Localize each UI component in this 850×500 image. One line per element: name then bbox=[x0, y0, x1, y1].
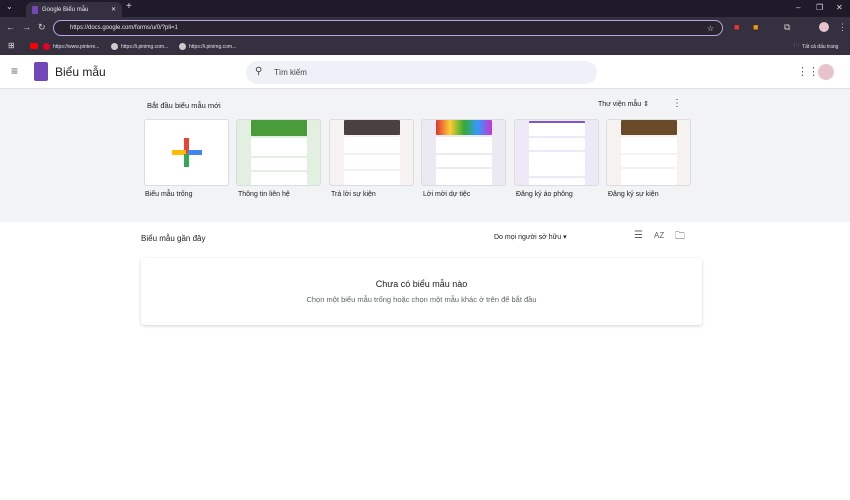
youtube-bookmark[interactable] bbox=[30, 43, 38, 49]
template-card-blank[interactable] bbox=[144, 119, 229, 186]
address-bar[interactable]: https://docs.google.com/forms/u/0/?pli=1… bbox=[53, 20, 723, 36]
template-label[interactable]: Lời mời dự tiệc bbox=[423, 191, 470, 198]
search-icon: ⚲ bbox=[255, 66, 263, 77]
template-label[interactable]: Đăng ký áo phông bbox=[516, 191, 573, 198]
close-window-icon[interactable]: ✕ bbox=[836, 3, 843, 12]
list-view-icon[interactable]: ☰ bbox=[634, 230, 643, 241]
plus-icon-part bbox=[184, 154, 189, 167]
main-menu-icon[interactable]: ≡ bbox=[11, 64, 18, 78]
app-title: Biểu mẫu bbox=[55, 65, 106, 79]
browser-tab[interactable]: Google Biểu mẫu ✕ bbox=[26, 2, 122, 17]
globe-icon bbox=[111, 43, 118, 50]
forms-favicon-icon bbox=[32, 5, 38, 14]
template-label[interactable]: Thông tin liên hệ bbox=[238, 191, 290, 198]
template-label[interactable]: Đăng ký sự kiện bbox=[608, 191, 659, 198]
template-banner bbox=[344, 120, 400, 135]
all-bookmarks[interactable]: 🗀 Tất cả dấu trang bbox=[794, 43, 838, 51]
pinterest-icon bbox=[43, 43, 50, 50]
template-banner bbox=[436, 120, 492, 135]
bookmark-label: https://i.pinimg.com... bbox=[121, 43, 169, 50]
forward-icon[interactable]: → bbox=[22, 22, 31, 32]
template-gallery-label: Thư viện mẫu bbox=[598, 101, 642, 108]
template-card[interactable] bbox=[421, 119, 506, 186]
template-label[interactable]: Biểu mẫu trống bbox=[145, 191, 192, 198]
template-heading: Bắt đầu biểu mẫu mới bbox=[147, 101, 221, 110]
youtube-icon bbox=[30, 43, 38, 49]
owner-filter-label: Do mọi người sở hữu bbox=[494, 234, 562, 241]
template-card[interactable] bbox=[514, 119, 599, 186]
plus-icon-part bbox=[188, 150, 202, 155]
menu-icon[interactable]: ⋮ bbox=[838, 22, 847, 33]
empty-subtitle: Chọn một biểu mẫu trống hoặc chọn một mẫ… bbox=[306, 295, 537, 304]
bookmark-label: https://i.pinimg.com... bbox=[189, 43, 237, 50]
more-options-icon[interactable]: ⋮ bbox=[672, 98, 682, 109]
recent-heading: Biểu mẫu gần đây bbox=[141, 234, 206, 243]
bookmark[interactable]: https://i.pinimg.com... bbox=[179, 43, 236, 50]
empty-title: Chưa có biểu mẫu nào bbox=[375, 279, 468, 289]
minimize-icon[interactable]: – bbox=[796, 3, 800, 12]
profile-avatar[interactable] bbox=[819, 22, 829, 32]
new-tab-icon[interactable]: + bbox=[126, 1, 132, 12]
tab-title: Google Biểu mẫu bbox=[42, 6, 89, 13]
empty-state: Chưa có biểu mẫu nào Chọn một biểu mẫu t… bbox=[141, 258, 702, 325]
unfold-icon: ⇕ bbox=[643, 101, 650, 108]
folder-icon: 🗀 bbox=[794, 43, 800, 49]
back-icon[interactable]: ← bbox=[6, 22, 15, 32]
extension-icon[interactable]: ■ bbox=[734, 22, 739, 32]
globe-icon bbox=[179, 43, 186, 50]
tab-search-icon[interactable]: ⌄ bbox=[6, 2, 13, 11]
template-gallery-button[interactable]: Thư viện mẫu ⇕ bbox=[598, 100, 649, 108]
template-card[interactable] bbox=[606, 119, 691, 186]
bookmark[interactable]: https://i.pinimg.com... bbox=[111, 43, 168, 50]
owner-filter-dropdown[interactable]: Do mọi người sở hữu ▾ bbox=[494, 233, 567, 241]
template-card[interactable] bbox=[236, 119, 321, 186]
template-card[interactable] bbox=[329, 119, 414, 186]
account-avatar[interactable] bbox=[818, 64, 834, 80]
bookmark-label: https://www.pintere... bbox=[53, 43, 100, 50]
sort-az-icon[interactable]: AZ bbox=[654, 231, 664, 240]
tab-strip: ⌄ Google Biểu mẫu ✕ + – ❐ ✕ bbox=[0, 0, 850, 17]
folder-picker-icon[interactable]: 🗀 bbox=[675, 229, 685, 246]
url-text: https://docs.google.com/forms/u/0/?pli=1 bbox=[70, 25, 178, 31]
apps-icon[interactable]: ⊞ bbox=[8, 41, 15, 50]
search-placeholder: Tìm kiếm bbox=[274, 68, 307, 77]
extension-icon[interactable]: ■ bbox=[753, 22, 758, 32]
template-banner bbox=[621, 120, 677, 135]
bookmarks-bar: ⊞ https://www.pintere... https://i.pinim… bbox=[0, 38, 850, 55]
forms-logo-icon bbox=[34, 62, 48, 81]
bookmark-star-icon[interactable]: ☆ bbox=[707, 24, 714, 33]
google-apps-icon[interactable]: ⋮⋮ bbox=[797, 65, 819, 78]
close-tab-icon[interactable]: ✕ bbox=[111, 6, 116, 13]
reload-icon[interactable]: ↻ bbox=[38, 22, 46, 33]
restore-icon[interactable]: ❐ bbox=[816, 3, 823, 12]
all-bookmarks-label: Tất cả dấu trang bbox=[802, 44, 839, 50]
bookmark[interactable]: https://www.pintere... bbox=[43, 43, 99, 50]
search-input[interactable]: ⚲ Tìm kiếm bbox=[246, 61, 597, 84]
template-label[interactable]: Trả lời sự kiện bbox=[331, 191, 376, 198]
template-banner bbox=[251, 120, 307, 136]
extensions-puzzle-icon[interactable]: ⧉ bbox=[784, 22, 790, 33]
dropdown-arrow-icon: ▾ bbox=[563, 234, 567, 241]
